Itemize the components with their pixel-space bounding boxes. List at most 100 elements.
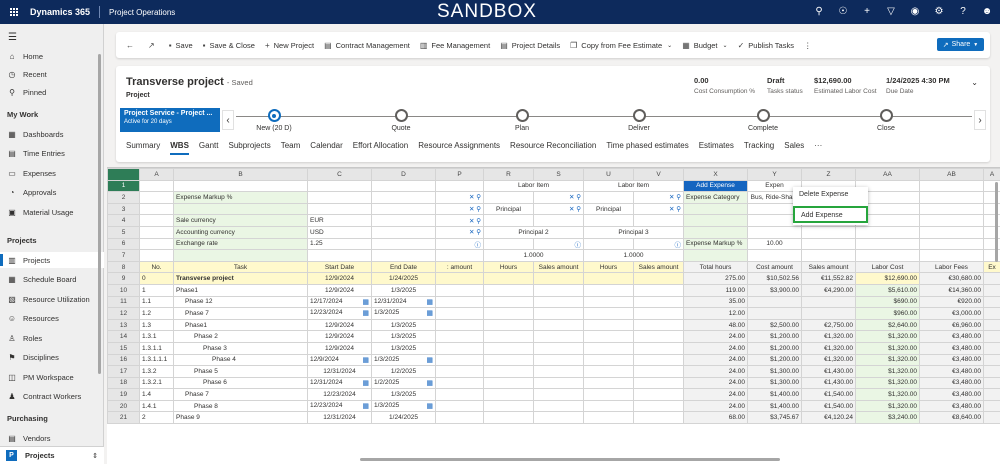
cell[interactable] <box>583 330 634 343</box>
lookup-cell[interactable]: ⓘ <box>435 237 484 251</box>
lookup-cell[interactable]: ⓘ <box>633 237 684 251</box>
search-icon[interactable]: ⚲ <box>474 194 481 201</box>
start-date[interactable]: 12/9/2024 <box>307 272 372 285</box>
lookup-cell[interactable] <box>633 214 684 227</box>
cell[interactable] <box>371 237 436 251</box>
labor-param[interactable]: 1.0000 <box>483 249 584 262</box>
sidebar-item-pm-workspace[interactable]: ◫ PM Workspace <box>0 369 104 385</box>
start-date[interactable]: 12/23/2024 <box>307 388 372 401</box>
tab-sales[interactable]: Sales <box>784 141 804 155</box>
start-date[interactable]: 12/9/2024 <box>307 330 372 343</box>
column-header[interactable]: Z <box>801 168 856 181</box>
cell[interactable] <box>583 214 634 227</box>
tab-time-phased-estimates[interactable]: Time phased estimates <box>606 141 688 155</box>
cell[interactable] <box>435 330 484 343</box>
cell[interactable] <box>533 411 584 425</box>
row-header[interactable]: 10 <box>107 283 140 297</box>
lookup-cell[interactable] <box>533 214 584 227</box>
column-header[interactable]: A <box>139 168 174 181</box>
task-number[interactable]: 1.4.1 <box>139 399 174 413</box>
task-number[interactable]: 1.3.2 <box>139 365 174 378</box>
cell[interactable] <box>533 307 584 320</box>
cell[interactable] <box>533 388 584 401</box>
info-icon[interactable]: ⓘ <box>475 242 482 249</box>
copy-from-fee-estimate-button[interactable]: ❐ Copy from Fee Estimate ⌄ <box>570 41 672 50</box>
row-header[interactable]: 2 <box>107 191 140 204</box>
row-header[interactable]: 21 <box>107 411 140 425</box>
task-name[interactable]: Phase1 <box>173 318 308 332</box>
hamburger-icon[interactable]: ☰ <box>8 32 17 43</box>
lightbulb-icon[interactable]: ☉ <box>836 5 850 19</box>
end-date[interactable]: 1/2/2025 ▦ <box>371 376 436 390</box>
tab-summary[interactable]: Summary <box>126 141 160 155</box>
calendar-icon[interactable]: ▦ <box>362 402 369 410</box>
row-header[interactable]: 18 <box>107 376 140 390</box>
end-date[interactable]: 1/3/2025 ▦ <box>371 353 436 367</box>
bpf-stage[interactable]: Complete <box>733 109 793 132</box>
cell[interactable] <box>139 202 174 216</box>
search-icon[interactable]: ⚲ <box>474 206 481 213</box>
cell[interactable] <box>583 376 634 390</box>
lookup-cell[interactable]: ✕ ⚲ <box>633 202 684 216</box>
task-number[interactable]: 1.2 <box>139 307 174 320</box>
sidebar-item-schedule-board[interactable]: ▦ Schedule Board <box>0 272 104 288</box>
task-name[interactable]: Phase 5 <box>173 365 308 378</box>
area-switcher[interactable]: P Projects ⇕ <box>0 446 104 464</box>
task-name[interactable]: Phase1 <box>173 283 308 297</box>
cell[interactable] <box>435 388 484 401</box>
cell[interactable] <box>801 249 856 262</box>
start-date[interactable]: 12/9/2024 <box>307 318 372 332</box>
more-commands-button[interactable]: ⋮ <box>804 41 812 50</box>
budget-button[interactable]: ▦ Budget ⌄ <box>682 41 727 50</box>
cell[interactable] <box>435 411 484 425</box>
row-header[interactable]: 17 <box>107 365 140 378</box>
cell[interactable] <box>583 353 634 367</box>
column-header[interactable]: Y <box>747 168 802 181</box>
task-name[interactable]: Transverse project <box>173 272 308 285</box>
cell[interactable] <box>483 237 534 251</box>
save-button[interactable]: ▪ Save <box>169 41 193 50</box>
calendar-icon[interactable]: ▦ <box>362 379 369 387</box>
labor-param[interactable]: Principal <box>583 202 634 216</box>
sidebar-item-material-usage[interactable]: ▣ Material Usage <box>0 204 104 220</box>
cell[interactable] <box>583 307 634 320</box>
column-header[interactable]: AB <box>919 168 984 181</box>
sidebar-item-resources[interactable]: ☺ Resources <box>0 311 104 327</box>
task-name[interactable]: Phase 7 <box>173 307 308 320</box>
cell[interactable] <box>371 225 436 239</box>
end-date[interactable]: 1/3/2025 <box>371 388 436 401</box>
cell[interactable] <box>983 318 1000 332</box>
cell[interactable] <box>919 191 984 204</box>
cell[interactable] <box>633 307 684 320</box>
tab-calendar[interactable]: Calendar <box>310 141 342 155</box>
calendar-icon[interactable]: ▦ <box>362 356 369 364</box>
expense-param-value[interactable] <box>747 249 802 262</box>
task-name[interactable]: Phase 2 <box>173 330 308 343</box>
task-number[interactable]: 1.3 <box>139 318 174 332</box>
cell[interactable] <box>633 399 684 413</box>
sidebar-item-approvals[interactable]: ◔ Approvals <box>0 185 104 201</box>
cell[interactable] <box>583 191 634 204</box>
cell[interactable] <box>435 295 484 309</box>
start-date[interactable]: 12/31/2024 ▦ <box>307 376 372 390</box>
cell[interactable] <box>983 295 1000 309</box>
tab-tracking[interactable]: Tracking <box>744 141 774 155</box>
cell[interactable] <box>633 376 684 390</box>
add-expense-header[interactable]: Add Expense <box>683 179 748 193</box>
cell[interactable] <box>483 341 534 355</box>
sidebar-item-projects[interactable]: ▥ Projects <box>0 252 104 268</box>
row-header[interactable]: 9 <box>107 272 140 285</box>
labor-param[interactable]: Principal 2 <box>483 225 584 239</box>
project-details-button[interactable]: ▤ Project Details <box>500 41 560 50</box>
cell[interactable] <box>919 225 984 239</box>
row-header[interactable]: 11 <box>107 295 140 309</box>
cell[interactable] <box>583 295 634 309</box>
publish-tasks-button[interactable]: ✓ Publish Tasks <box>738 41 794 50</box>
cell[interactable] <box>435 376 484 390</box>
task-name[interactable]: Phase 6 <box>173 376 308 390</box>
cell[interactable] <box>633 388 684 401</box>
cell[interactable] <box>435 307 484 320</box>
cell[interactable] <box>583 411 634 425</box>
cell[interactable] <box>483 318 534 332</box>
cell[interactable] <box>583 283 634 297</box>
